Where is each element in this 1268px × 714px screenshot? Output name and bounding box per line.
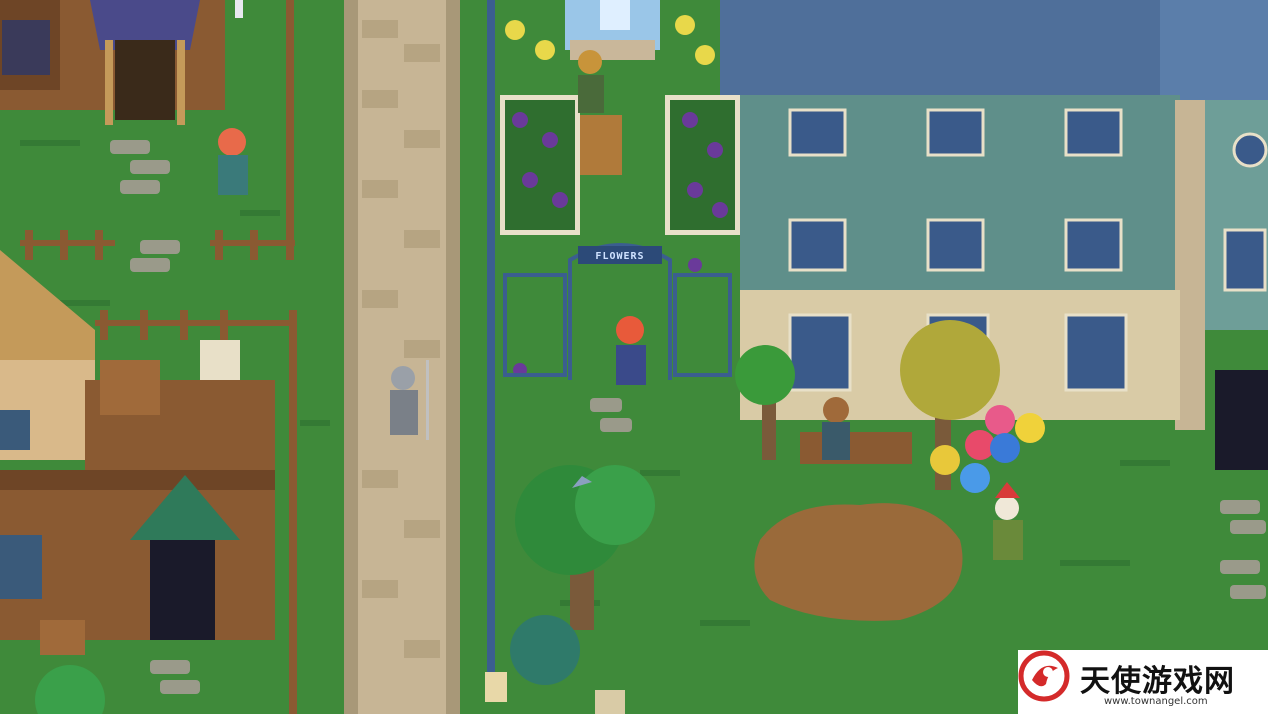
- game-scene: FLOWERS 天使游戏网 www.townangel.com: [0, 0, 1268, 714]
- watermark-logo-icon: [1018, 650, 1070, 702]
- dirt-patch: [754, 503, 963, 621]
- stone-road: [344, 0, 460, 714]
- npc-red-haired-villager: [218, 128, 248, 195]
- house-top-left: [0, 0, 225, 125]
- npc-bearded-man-on-bench: [822, 397, 850, 460]
- watermark-title: 天使游戏网: [1080, 664, 1235, 699]
- player-hero: [616, 316, 646, 385]
- site-watermark: 天使游戏网 www.townangel.com: [1018, 650, 1268, 714]
- park-bench: [800, 432, 912, 464]
- iron-fence: [487, 0, 495, 690]
- game-world: [0, 0, 1268, 714]
- mansion: [720, 0, 1268, 470]
- fountain: [565, 0, 660, 60]
- watermark-url: www.townangel.com: [1104, 696, 1208, 707]
- arch-sign-text: FLOWERS: [595, 251, 645, 262]
